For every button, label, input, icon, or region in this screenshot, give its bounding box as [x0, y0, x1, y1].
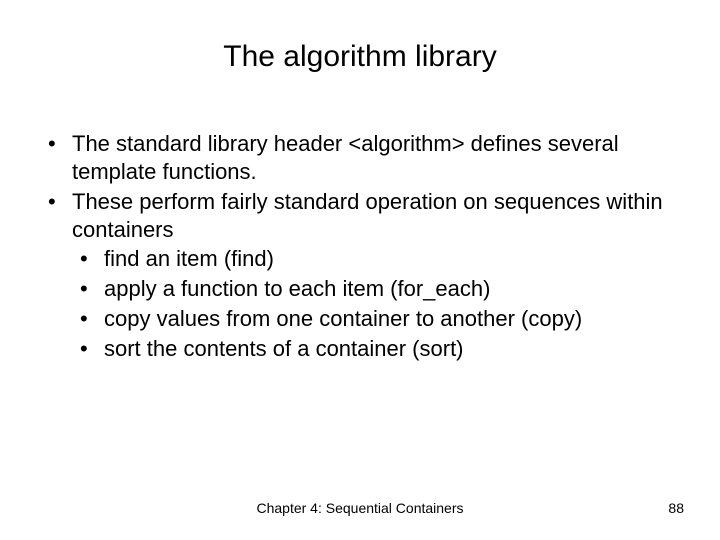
bullet-text: These perform fairly standard operation … — [72, 189, 663, 242]
bullet-item: The standard library header <algorithm> … — [42, 130, 678, 186]
sub-bullet-item: apply a function to each item (for_each) — [72, 275, 678, 303]
sub-bullet-item: find an item (find) — [72, 245, 678, 273]
slide-body: The standard library header <algorithm> … — [42, 130, 678, 365]
page-number: 88 — [668, 500, 684, 516]
bullet-list: The standard library header <algorithm> … — [42, 130, 678, 363]
footer-chapter: Chapter 4: Sequential Containers — [0, 500, 720, 516]
sub-bullet-item: copy values from one container to anothe… — [72, 305, 678, 333]
slide-title: The algorithm library — [0, 40, 720, 74]
sub-bullet-item: sort the contents of a container (sort) — [72, 335, 678, 363]
slide: The algorithm library The standard libra… — [0, 0, 720, 540]
bullet-item: These perform fairly standard operation … — [42, 188, 678, 363]
sub-bullet-list: find an item (find) apply a function to … — [72, 245, 678, 364]
